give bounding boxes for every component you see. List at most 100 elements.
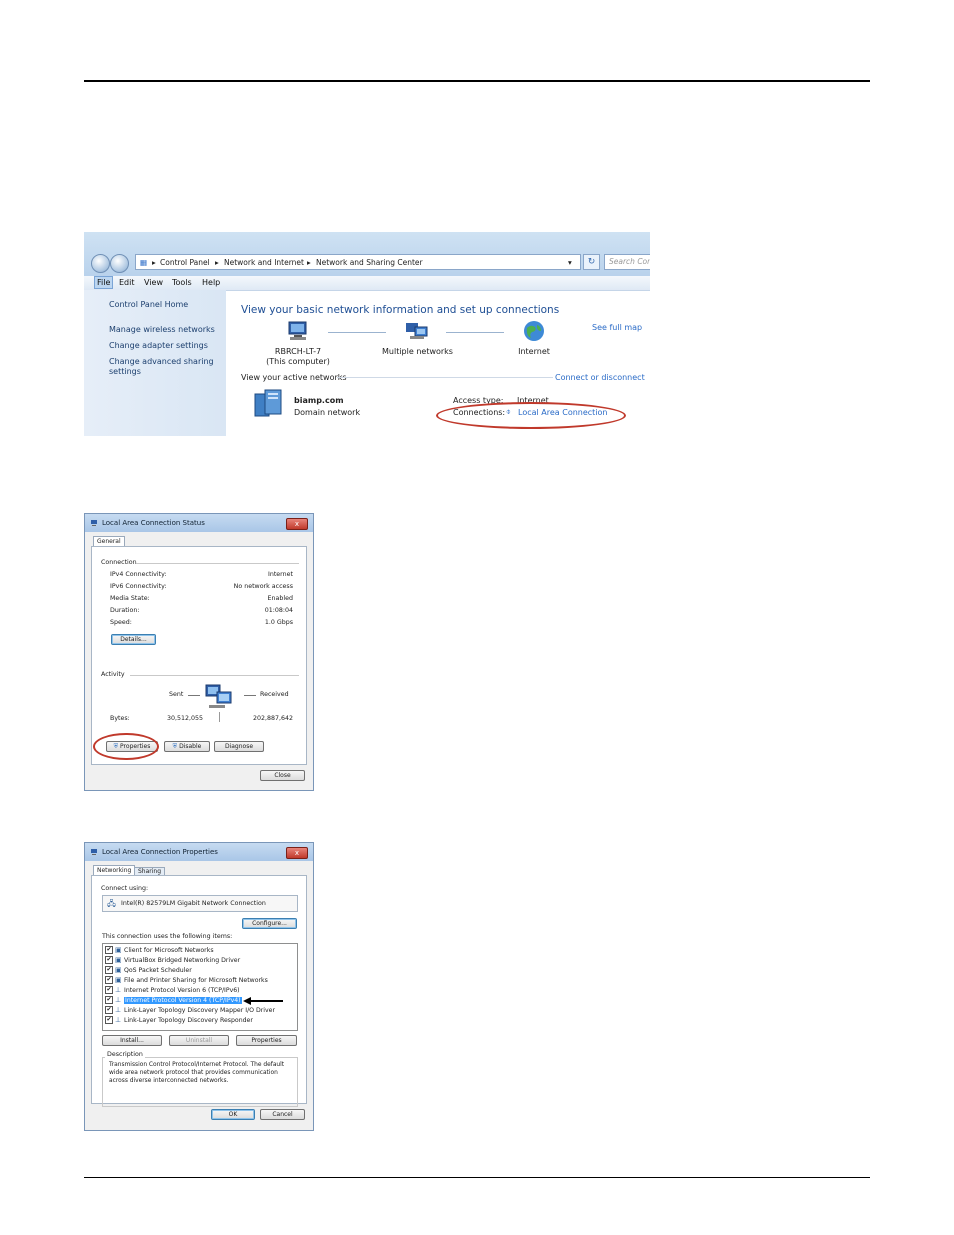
install-button[interactable]: Install... [102,1035,162,1046]
bytes-divider [219,712,220,722]
list-item[interactable]: ✔ ⊥ Internet Protocol Version 6 (TCP/IPv6) [105,985,295,995]
control-panel-icon: ▦ [140,258,148,267]
protocol-icon: ⊥ [115,1006,122,1014]
footer-rule [84,1177,870,1178]
service-icon: ▣ [115,966,122,974]
internet-label: Internet [518,347,550,356]
map-link-line [446,332,504,333]
checkbox[interactable]: ✔ [105,966,113,974]
active-networks-label: View your active networks [241,373,347,382]
driver-icon: ▣ [115,956,122,964]
forward-button[interactable] [110,254,129,273]
sent-label: Sent [169,691,184,698]
network-type[interactable]: Domain network [294,408,360,417]
bytes-received-value: 202,887,642 [252,715,293,722]
properties-button[interactable]: Properties [236,1035,297,1046]
duration-label: Duration: [110,607,140,614]
dialog-titlebar: Local Area Connection Properties x [85,843,313,861]
checkbox[interactable]: ✔ [105,986,113,994]
back-button[interactable] [91,254,110,273]
ipv6-value: No network access [233,583,293,590]
highlight-oval [436,402,626,429]
breadcrumb-chevron-icon: ▸ [152,258,156,267]
checkbox[interactable]: ✔ [105,976,113,984]
checkbox[interactable]: ✔ [105,1016,113,1024]
speed-label: Speed: [110,619,132,626]
description-line: across diverse interconnected networks. [109,1078,229,1084]
dropdown-arrow-icon[interactable]: ▾ [568,258,572,267]
close-button[interactable]: Close [260,770,305,781]
breadcrumb-control-panel[interactable]: Control Panel [160,258,210,267]
map-link-line [328,332,386,333]
see-full-map-link[interactable]: See full map [592,323,642,332]
menu-help[interactable]: Help [202,278,220,287]
section-divider [337,377,553,378]
items-list[interactable]: ✔ ▣ Client for Microsoft Networks ✔ ▣ Virtua… [102,943,298,1031]
list-item[interactable]: ✔ ⊥ Link-Layer Topology Discovery Mapper I… [105,1005,295,1015]
group-divider [136,563,299,564]
pointer-arrow-icon [243,997,283,1005]
connection-properties-dialog: Local Area Connection Properties x Netwo… [84,842,314,1131]
menu-tools[interactable]: Tools [172,278,192,287]
disable-button[interactable]: ⛨ Disable [164,741,210,752]
details-button[interactable]: Details... [111,634,156,645]
speed-value: 1.0 Gbps [264,619,293,626]
media-state-value: Enabled [267,595,293,602]
ipv4-value: Internet [267,571,293,578]
checkbox[interactable]: ✔ [105,1006,113,1014]
computer-icon [288,321,307,340]
list-item[interactable]: ✔ ⊥ Link-Layer Topology Discovery Responde… [105,1015,295,1025]
refresh-icon[interactable]: ↻ [583,254,600,270]
client-icon: ▣ [115,946,122,954]
multiple-networks-label: Multiple networks [382,347,453,356]
bytes-label: Bytes: [110,715,130,722]
connect-using-label: Connect using: [101,885,149,892]
sidebar-manage-wireless[interactable]: Manage wireless networks [109,325,215,335]
connect-disconnect-link[interactable]: Connect or disconnect [555,373,645,382]
internet-globe-icon [524,321,544,341]
protocol-icon: ⊥ [115,1016,122,1024]
sent-dash [188,695,200,696]
media-state-label: Media State: [110,595,150,602]
header-rule [84,80,870,82]
checkbox[interactable]: ✔ [105,996,113,1004]
page-title: View your basic network information and … [241,304,560,316]
list-item[interactable]: ✔ ▣ File and Printer Sharing for Microsoft… [105,975,295,985]
sidebar-control-panel-home[interactable]: Control Panel Home [109,300,188,310]
group-divider [130,675,299,676]
received-dash [244,695,256,696]
cancel-button[interactable]: Cancel [260,1109,305,1120]
breadcrumb-network-internet[interactable]: Network and Internet [224,258,304,267]
domain-network-icon [254,389,282,417]
diagnose-button[interactable]: Diagnose [214,741,264,752]
sidebar-change-adapter[interactable]: Change adapter settings [109,341,208,351]
breadcrumb-chevron-icon: ▸ [307,258,311,267]
close-icon[interactable]: x [286,847,308,859]
breadcrumb-chevron-icon: ▸ [215,258,219,267]
network-name: biamp.com [294,396,344,405]
checkbox[interactable]: ✔ [105,956,113,964]
dialog-title: Local Area Connection Status [102,519,205,527]
checkbox[interactable]: ✔ [105,946,113,954]
breadcrumb-network-sharing[interactable]: Network and Sharing Center [316,258,423,267]
list-item[interactable]: ✔ ▣ Client for Microsoft Networks [105,945,295,955]
protocol-icon: ⊥ [115,996,122,1004]
list-item[interactable]: ✔ ▣ VirtualBox Bridged Networking Driver [105,955,295,965]
menu-edit[interactable]: Edit [119,278,135,287]
close-icon[interactable]: x [286,518,308,530]
network-icon [91,849,97,855]
address-bar[interactable]: ▦ ▸ Control Panel ▸ Network and Internet… [135,254,581,270]
search-input[interactable]: Search Con [604,254,650,270]
explorer-titlebar: ▦ ▸ Control Panel ▸ Network and Internet… [84,232,650,276]
list-item[interactable]: ✔ ▣ QoS Packet Scheduler [105,965,295,975]
ok-button[interactable]: OK [211,1109,255,1120]
ipv4-label: IPv4 Connectivity: [110,571,167,578]
sidebar-advanced-sharing[interactable]: Change advanced sharing [109,357,214,367]
menu-file[interactable]: File [94,276,114,289]
sidebar-advanced-sharing-cont[interactable]: settings [109,367,141,377]
network-activity-icon [205,684,232,708]
connection-group-label: Connection [101,559,137,566]
configure-button[interactable]: Configure... [242,918,297,929]
sidebar: Control Panel Home Manage wireless netwo… [84,290,226,436]
menu-view[interactable]: View [144,278,163,287]
